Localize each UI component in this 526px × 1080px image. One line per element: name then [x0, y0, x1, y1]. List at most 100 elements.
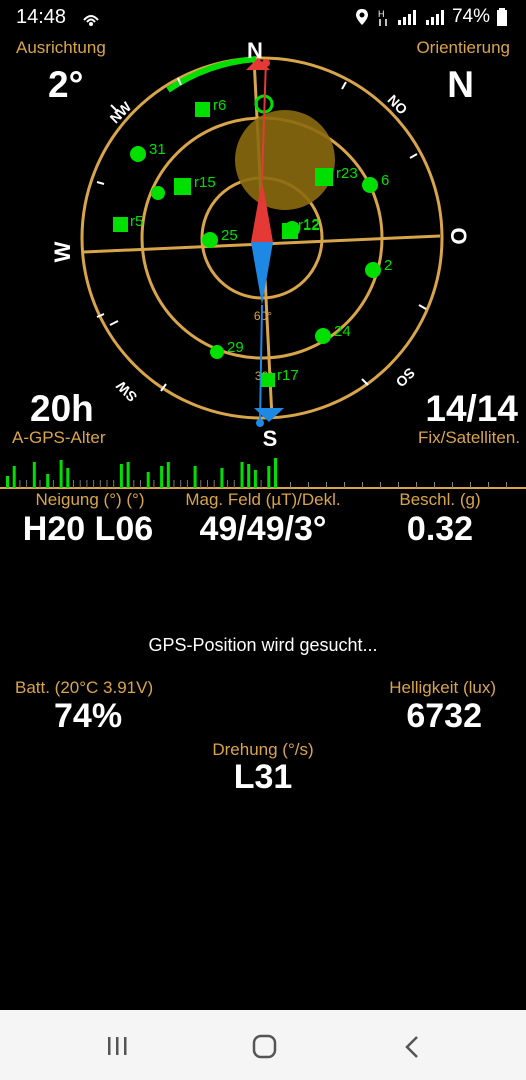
- dir-o: O: [446, 227, 471, 244]
- dir-sw: SW: [112, 377, 140, 405]
- satellite-marker: [210, 345, 224, 359]
- satellite-marker: [151, 186, 165, 200]
- satellite-label: 6: [381, 172, 389, 189]
- signal-bar: [6, 476, 9, 488]
- signal-bar: [186, 480, 188, 488]
- accel-label: Beschl. (g): [399, 490, 481, 509]
- sun-marker: [235, 110, 335, 210]
- signal-bar: [146, 472, 150, 488]
- satellite-marker: [315, 328, 331, 344]
- signal-bar: [119, 464, 123, 488]
- signal-slot: [398, 482, 399, 488]
- system-nav-bar: [0, 1010, 526, 1080]
- satellite-label: r12: [298, 217, 320, 234]
- signal-icon: [397, 10, 416, 25]
- signal-slot: [470, 482, 471, 488]
- signal-bar: [99, 480, 101, 488]
- signal-slot: [434, 482, 435, 488]
- signal-bar: [267, 466, 271, 488]
- dir-nw: NW: [107, 98, 135, 126]
- satellite-marker: [202, 232, 218, 248]
- satellite-label: r17: [277, 367, 299, 384]
- satellite-label: 2: [384, 257, 392, 274]
- signal-bar: [93, 480, 95, 488]
- dir-so: SO: [393, 365, 419, 391]
- status-icons: H 74%: [354, 6, 508, 28]
- signal-icon-2: [425, 10, 444, 25]
- signal-bar: [46, 474, 50, 488]
- tilt-value: H20 L06: [22, 510, 154, 548]
- signal-bar: [73, 480, 74, 488]
- mag-label: Mag. Feld (µT)/Dekl.: [185, 490, 341, 509]
- satellite-label: r15: [194, 174, 216, 191]
- satellite-label: 25: [221, 227, 238, 244]
- signal-bar: [153, 480, 155, 488]
- battery-percent: 74%: [451, 6, 490, 27]
- agps-age-value: 20h: [30, 388, 94, 429]
- satellite-marker: [362, 177, 378, 193]
- signal-bar: [106, 480, 108, 488]
- brightness-label: Helligkeit (lux): [389, 678, 496, 697]
- satellite-marker: [130, 146, 146, 162]
- battery-label: Batt. (20°C 3.91V): [15, 678, 154, 697]
- rotation-value: L31: [233, 758, 293, 796]
- signal-slot: [506, 482, 507, 488]
- signal-slot: [452, 482, 453, 488]
- signal-bar: [220, 468, 224, 488]
- signal-bar: [240, 462, 244, 488]
- battery-value: 74%: [54, 697, 123, 735]
- signal-bar: [193, 466, 197, 488]
- signal-bar: [126, 462, 130, 488]
- satellite-marker: [282, 223, 298, 239]
- signal-bar: [247, 464, 251, 488]
- tilt-label: Neigung (°) (°): [35, 490, 145, 509]
- satellite-label: 29: [227, 339, 244, 356]
- signal-slot: [326, 482, 327, 488]
- dir-n: N: [247, 38, 263, 63]
- mag-value: 49/49/3°: [199, 510, 327, 548]
- signal-bar: [12, 466, 16, 488]
- signal-bar: [274, 458, 277, 488]
- signal-slot: [488, 482, 489, 488]
- home-icon[interactable]: [252, 1034, 278, 1060]
- signal-bar: [160, 466, 164, 488]
- signal-bar: [166, 462, 170, 488]
- fix-value: 14/14: [425, 388, 518, 429]
- signal-slot: [416, 482, 417, 488]
- agps-age-label: A-GPS-Alter: [12, 428, 106, 447]
- signal-strength-chart: [0, 458, 526, 489]
- dir-no: NO: [384, 91, 410, 117]
- satellite-label: r5: [130, 213, 143, 230]
- status-time: 14:48: [16, 6, 67, 28]
- signal-bar: [180, 480, 182, 488]
- dir-s: S: [263, 426, 278, 451]
- signal-bar: [207, 480, 208, 488]
- gps-status-text: GPS-Position wird gesucht...: [148, 635, 378, 655]
- signal-bar: [113, 480, 115, 488]
- signal-bar: [173, 480, 175, 488]
- brightness-value: 6732: [406, 697, 482, 735]
- dir-w: W: [50, 241, 75, 262]
- satellite-label: 24: [334, 323, 351, 340]
- back-icon[interactable]: [402, 1034, 422, 1060]
- signal-slot: [380, 482, 381, 488]
- signal-bar: [200, 480, 202, 488]
- recent-apps-icon[interactable]: [105, 1035, 131, 1057]
- signal-bar: [19, 480, 21, 488]
- signal-bar: [133, 480, 135, 488]
- signal-bar: [66, 468, 70, 488]
- satellite-marker: [113, 217, 128, 232]
- signal-bar: [32, 462, 36, 488]
- satellite-marker: [315, 168, 333, 186]
- signal-bar: [86, 480, 88, 488]
- signal-bar: [260, 480, 262, 488]
- signal-bar: [39, 480, 41, 488]
- location-pin-icon: [355, 9, 368, 25]
- signal-slot: [344, 482, 345, 488]
- rotation-label: Drehung (°/s): [212, 740, 314, 759]
- satellite-marker: [174, 178, 191, 195]
- satellite-marker: [195, 102, 210, 117]
- elev-60: 60°: [254, 309, 272, 323]
- svg-text:H: H: [378, 9, 385, 19]
- signal-bar: [79, 480, 81, 488]
